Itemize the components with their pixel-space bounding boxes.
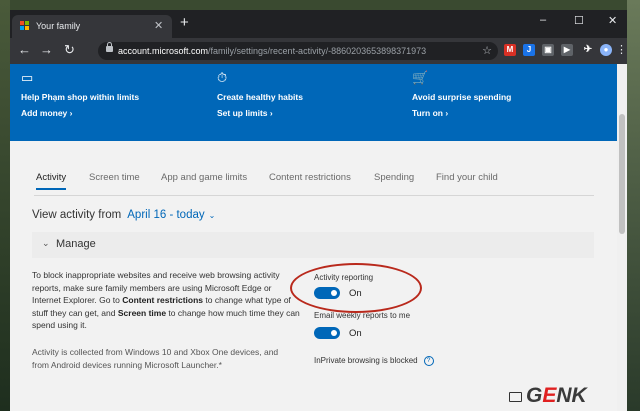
- logo-letter: G: [526, 384, 543, 407]
- promo-banner: ▭ Help Phạm shop within limits Add money…: [10, 64, 617, 141]
- video-extension-icon[interactable]: ▶: [561, 44, 573, 56]
- desktop-background-left: [0, 0, 10, 411]
- promo-title: Avoid surprise spending: [412, 92, 512, 102]
- close-window-button[interactable]: ✕: [608, 14, 617, 27]
- turn-on-link[interactable]: Turn on ›: [412, 108, 602, 118]
- toggle-knob: [331, 330, 337, 336]
- reload-icon[interactable]: ↻: [64, 43, 75, 57]
- promo-title: Create healthy habits: [217, 92, 303, 102]
- activity-collection-note: Activity is collected from Windows 10 an…: [32, 347, 279, 370]
- timer-icon: ⏱: [217, 70, 228, 85]
- forward-icon[interactable]: →: [40, 43, 53, 57]
- image-extension-icon[interactable]: ▣: [542, 44, 554, 56]
- maximize-button[interactable]: ☐: [574, 14, 584, 27]
- j-extension-icon[interactable]: J: [523, 44, 535, 56]
- tab-strip: Your family ✕ + – ☐ ✕: [10, 10, 627, 38]
- promo-shop: ▭ Help Phạm shop within limits Add money…: [21, 70, 211, 118]
- profile-avatar-icon[interactable]: ●: [600, 44, 612, 56]
- page-scrollbar[interactable]: [617, 64, 627, 411]
- desktop-background-right: [627, 0, 640, 411]
- view-activity-label: View activity from: [32, 209, 122, 221]
- tab-screen-time[interactable]: Screen time: [89, 172, 140, 183]
- inprivate-status: InPrivate browsing is blocked?: [314, 356, 434, 366]
- tab-content-restrictions[interactable]: Content restrictions: [269, 172, 351, 183]
- view-activity-row: View activity from April 16 - today ⌄: [32, 209, 215, 221]
- wallet-icon: ▭: [21, 70, 34, 85]
- chevron-down-icon: ⌄: [42, 238, 50, 248]
- tab-title: Your family: [36, 21, 81, 31]
- cart-icon: 🛒: [412, 70, 429, 85]
- airplane-icon[interactable]: ✈: [582, 44, 594, 56]
- page-content: ▭ Help Phạm shop within limits Add money…: [10, 64, 627, 411]
- manage-description: To block inappropriate websites and rece…: [32, 269, 300, 332]
- url-host: account.microsoft.com: [118, 46, 209, 56]
- info-icon[interactable]: ?: [423, 356, 434, 366]
- manage-label: Manage: [56, 238, 96, 250]
- url-text: account.microsoft.com/family/settings/re…: [118, 46, 426, 56]
- set-up-limits-link[interactable]: Set up limits ›: [217, 108, 407, 118]
- browser-tab[interactable]: Your family ✕: [12, 15, 172, 38]
- browser-window: Your family ✕ + – ☐ ✕ ← → ↻ account.micr…: [10, 10, 627, 411]
- back-icon[interactable]: ←: [18, 43, 31, 57]
- email-reports-toggle[interactable]: [314, 327, 340, 339]
- chat-icon[interactable]: [509, 392, 522, 402]
- logo-letter: NK: [556, 384, 587, 407]
- desktop-background: [0, 0, 640, 10]
- new-tab-button[interactable]: +: [180, 15, 189, 31]
- address-bar[interactable]: account.microsoft.com/family/settings/re…: [98, 42, 498, 60]
- promo-title: Help Phạm shop within limits: [21, 92, 140, 102]
- logo-letter: E: [542, 384, 557, 407]
- date-range-dropdown[interactable]: April 16 - today: [127, 209, 204, 221]
- chevron-down-icon[interactable]: ⌄: [209, 211, 216, 220]
- microsoft-logo-icon: [20, 21, 30, 31]
- menu-icon[interactable]: ⋮: [616, 43, 627, 57]
- tabs-divider: [34, 195, 594, 196]
- scrollbar-thumb[interactable]: [619, 114, 625, 234]
- tab-activity[interactable]: Activity: [36, 172, 67, 190]
- promo-habits: ⏱ Create healthy habits Set up limits ›: [217, 70, 407, 118]
- bookmark-star-icon[interactable]: ☆: [482, 44, 492, 57]
- gmail-icon[interactable]: M: [504, 44, 516, 56]
- inprivate-label: InPrivate browsing is blocked: [314, 356, 418, 366]
- promo-spending: 🛒 Avoid surprise spending Turn on ›: [412, 70, 602, 118]
- tab-app-game-limits[interactable]: App and game limits: [161, 172, 247, 183]
- highlight-circle: [290, 263, 422, 313]
- lock-icon: [106, 42, 113, 52]
- add-money-link[interactable]: Add money ›: [21, 108, 211, 118]
- url-path: /family/settings/recent-activity/-886020…: [208, 46, 427, 56]
- tab-close-icon[interactable]: ✕: [154, 19, 163, 32]
- minimize-button[interactable]: –: [540, 14, 546, 26]
- content-restrictions-link[interactable]: Content restrictions: [122, 295, 203, 305]
- manage-section-header[interactable]: ⌄ Manage: [32, 232, 594, 258]
- email-reports-state: On: [349, 328, 362, 339]
- tab-spending[interactable]: Spending: [374, 172, 414, 183]
- genk-watermark-logo: GENK: [526, 384, 587, 408]
- tab-find-your-child[interactable]: Find your child: [436, 172, 498, 183]
- screen-time-link[interactable]: Screen time: [118, 308, 166, 318]
- browser-toolbar: ← → ↻ account.microsoft.com/family/setti…: [10, 38, 627, 64]
